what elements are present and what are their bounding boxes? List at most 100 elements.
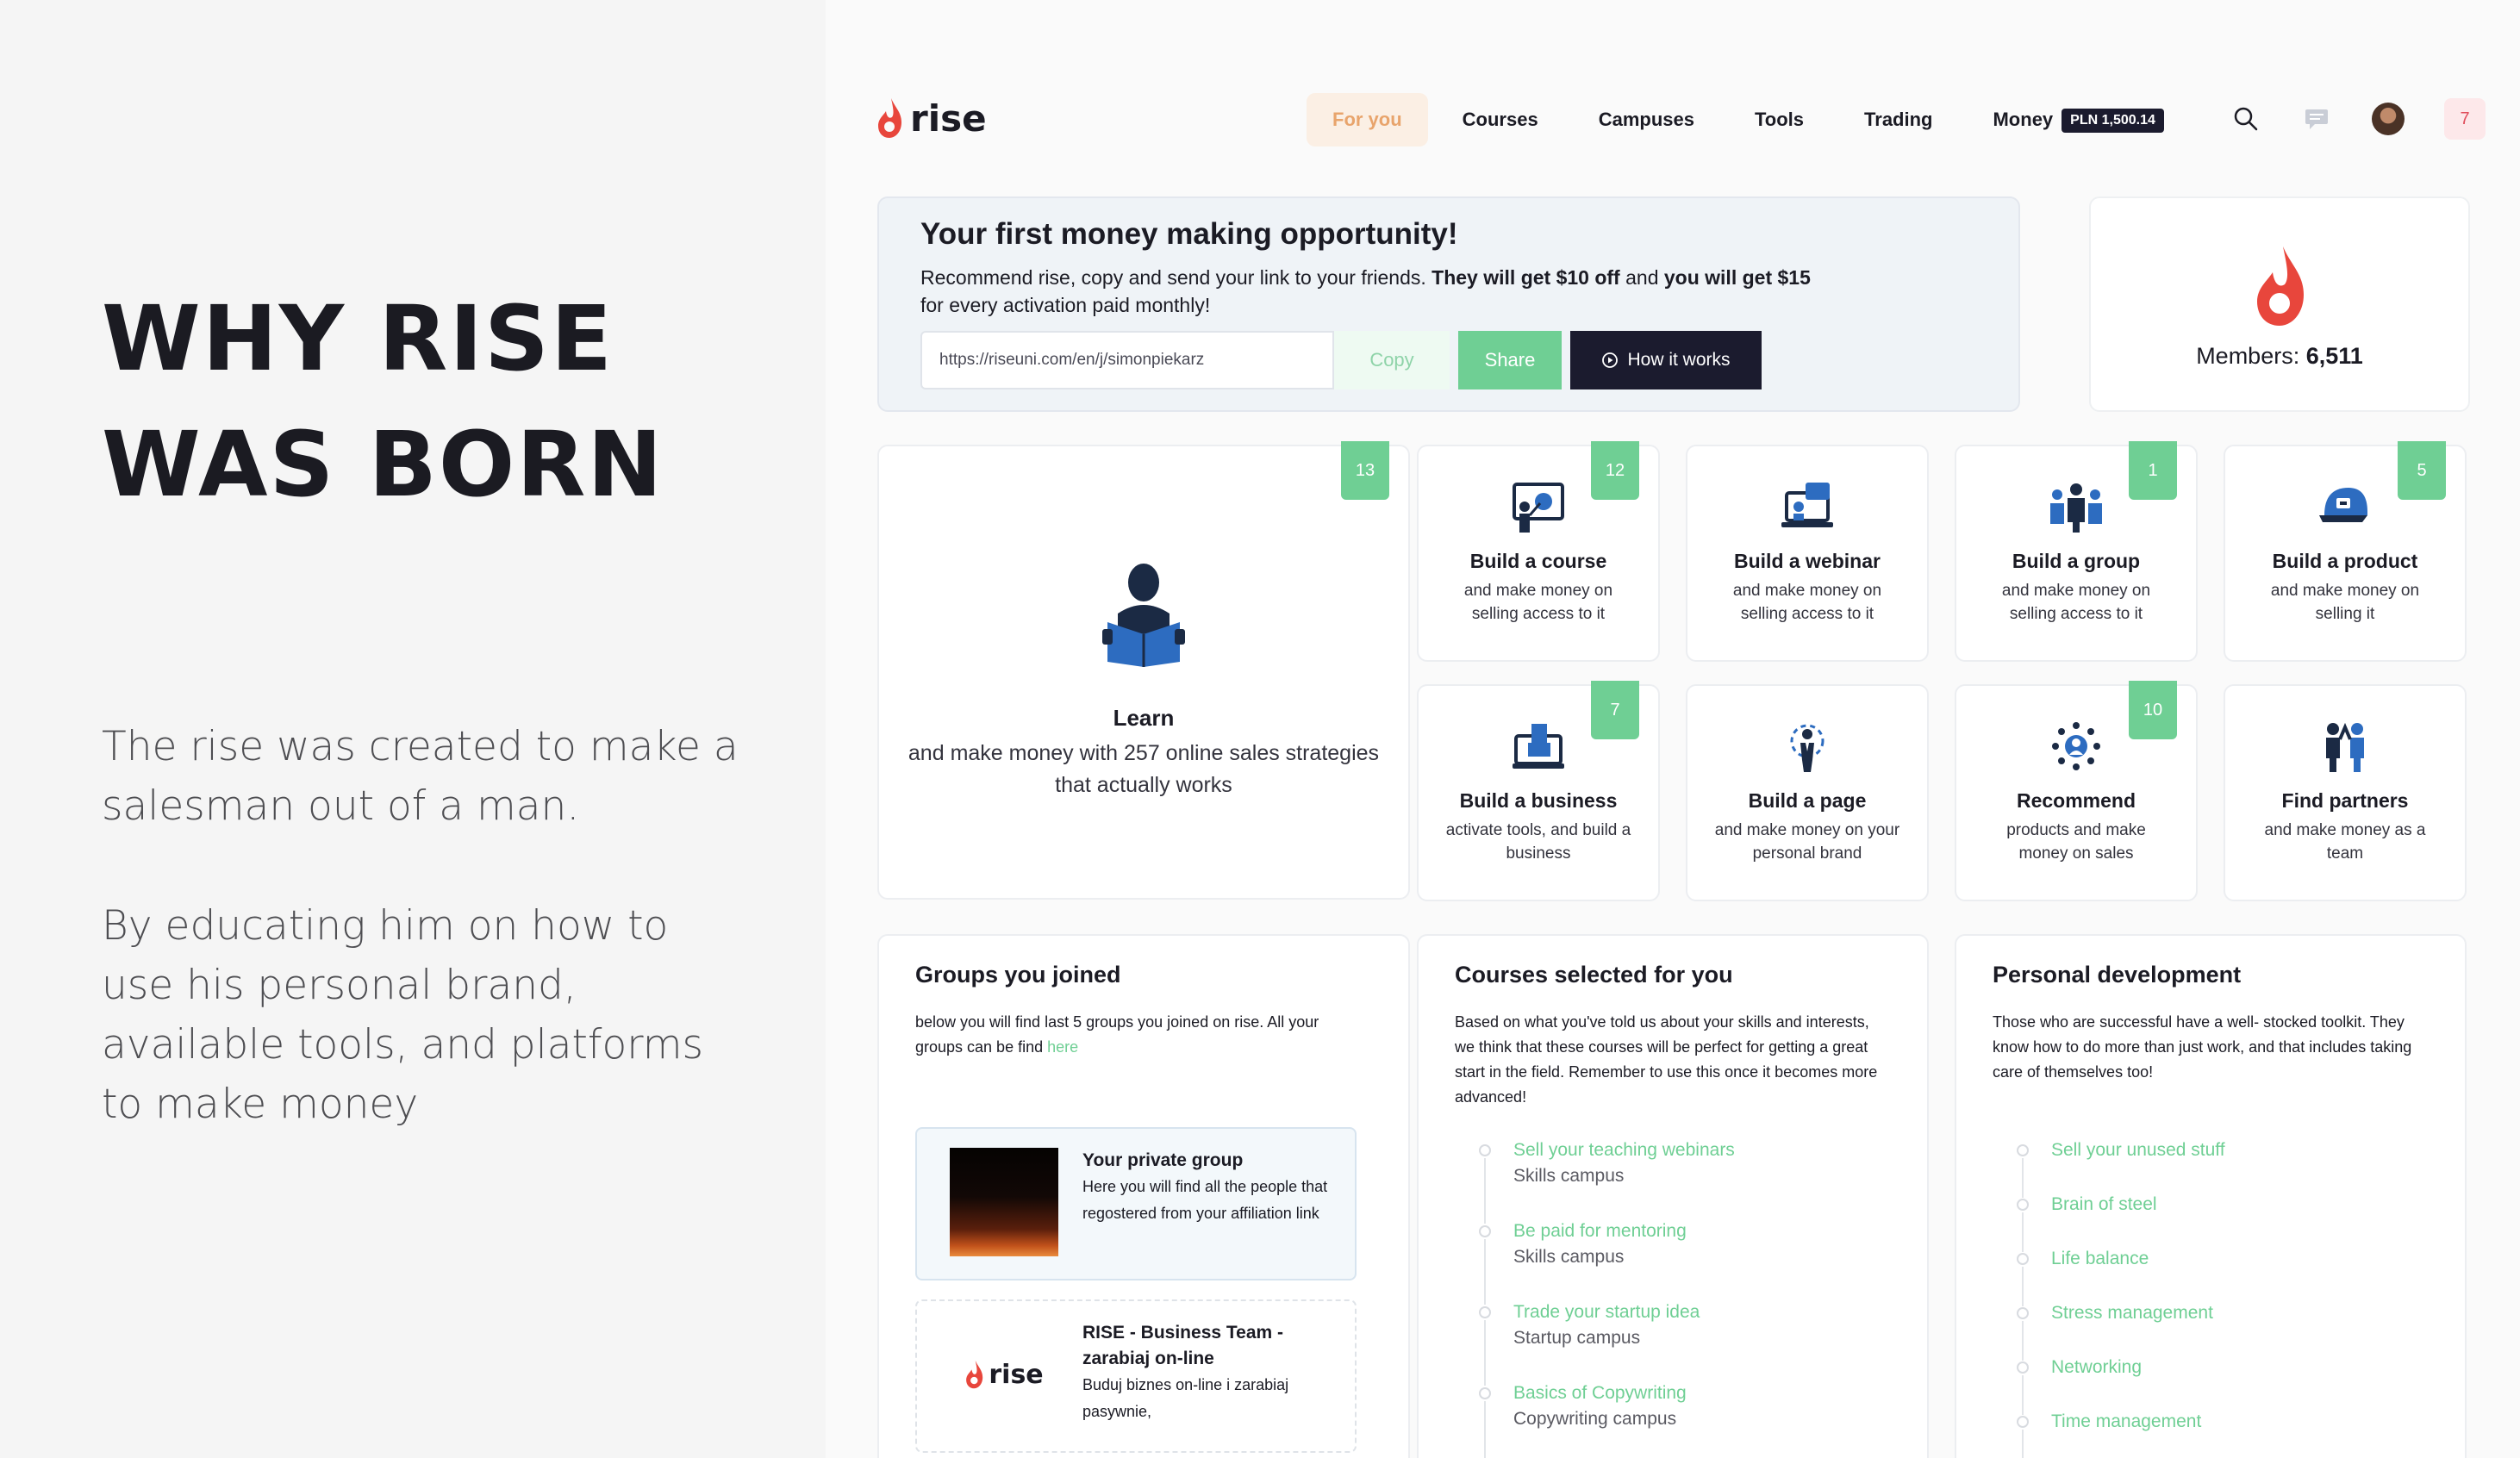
tile-description: and make money on selling access to it (1463, 582, 1613, 623)
tile-find-partners[interactable]: Find partners and make money as a team (2224, 684, 2467, 901)
tile-title: Learn (1113, 705, 1175, 731)
tile-description: activate tools, and build a business (1445, 821, 1631, 863)
personal-title: Personal development (1993, 962, 2242, 988)
group-logo-wordmark: rise (989, 1359, 1044, 1390)
course-item-title[interactable]: Be paid for mentoring (1513, 1218, 1735, 1244)
flame-logo-icon (878, 98, 901, 138)
timeline-dot (2017, 1361, 2029, 1374)
nav-menu: For you Courses Campuses Tools Trading M… (1307, 93, 2199, 146)
nav-tools[interactable]: Tools (1729, 93, 1830, 146)
copy-button[interactable]: Copy (1334, 331, 1450, 389)
how-it-works-label: How it works (1627, 350, 1731, 370)
play-circle-icon (1602, 352, 1619, 368)
nav-for-you[interactable]: For you (1307, 93, 1428, 146)
chat-icon[interactable] (2301, 103, 2332, 134)
flame-icon (2257, 246, 2304, 326)
course-item[interactable]: Sell your teaching webinars Skills campu… (1479, 1137, 1735, 1224)
tile-build-business[interactable]: 7 Build a business activate tools, and b… (1417, 681, 1660, 901)
personal-item[interactable]: Life balance (2017, 1246, 2225, 1306)
timeline-dot (1479, 1144, 1491, 1156)
tile-build-webinar[interactable]: Build a webinar and make money on sellin… (1686, 445, 1929, 662)
personal-item[interactable]: Networking (2017, 1355, 2225, 1415)
course-item[interactable]: Be paid for mentoring Skills campus (1479, 1218, 1735, 1305)
how-it-works-button[interactable]: How it works (1570, 331, 1762, 389)
tile-description: and make money with 257 online sales str… (908, 741, 1380, 797)
nav-courses[interactable]: Courses (1437, 93, 1564, 146)
user-avatar[interactable] (2372, 103, 2405, 135)
tile-description: and make money as a team (2264, 821, 2426, 863)
groups-title: Groups you joined (915, 962, 1121, 988)
groups-here-link[interactable]: here (1047, 1038, 1078, 1056)
personal-brand-icon (1790, 724, 1825, 772)
timeline-dot (2017, 1199, 2029, 1211)
group-description: Here you will find all the people that r… (1082, 1178, 1328, 1222)
members-number: 6,511 (2305, 343, 2363, 369)
group-card-text: RISE - Business Team - zarabiaj on-line … (1082, 1320, 1341, 1425)
nav-money-label: Money (1993, 109, 2054, 130)
timeline-dot (1479, 1225, 1491, 1237)
course-item-title[interactable]: Trade your startup idea (1513, 1299, 1735, 1325)
top-nav: rise For you Courses Campuses Tools Trad… (826, 86, 2520, 155)
tile-title: Build a course (1469, 550, 1607, 572)
tile-title: Find partners (2281, 789, 2409, 812)
personal-item-title[interactable]: Brain of steel (2051, 1192, 2225, 1218)
group-card-business-team[interactable]: rise RISE - Business Team - zarabiaj on-… (915, 1299, 1357, 1453)
personal-timeline: Sell your unused stuff Brain of steel Li… (2017, 1137, 2225, 1458)
groups-description: below you will find last 5 groups you jo… (915, 1010, 1346, 1060)
reader-icon (1102, 564, 1185, 667)
opp-desc-1: Recommend rise, copy and send your link … (920, 266, 1432, 289)
personal-item[interactable]: Time management (2017, 1409, 2225, 1458)
personal-item-title[interactable]: Life balance (2051, 1246, 2225, 1272)
referral-link-input[interactable] (920, 331, 1334, 389)
personal-item[interactable]: Sell your unused stuff (2017, 1137, 2225, 1198)
nav-money[interactable]: Money PLN 1,500.14 (1967, 93, 2189, 146)
tile-description: and make money on your personal brand (1714, 821, 1900, 863)
personal-item-title[interactable]: Networking (2051, 1355, 2225, 1380)
money-balance-badge: PLN 1,500.14 (2062, 109, 2164, 134)
personal-item-title[interactable]: Sell your unused stuff (2051, 1137, 2225, 1163)
tile-build-page[interactable]: Build a page and make money on your pers… (1686, 684, 1929, 901)
tile-title: Build a page (1748, 789, 1867, 812)
tile-recommend[interactable]: 10 Recommend products and make money on … (1955, 681, 2198, 901)
app-window: rise For you Courses Campuses Tools Trad… (826, 0, 2520, 1458)
nav-trading[interactable]: Trading (1838, 93, 1958, 146)
course-item[interactable]: Trade your startup idea Startup campus (1479, 1299, 1735, 1386)
hero-paragraph-1: The rise was created to make a salesman … (102, 723, 739, 830)
search-icon[interactable] (2230, 103, 2261, 134)
personal-item-title[interactable]: Stress management (2051, 1300, 2225, 1326)
group-description: Buduj biznes on-line i zarabiaj pasywnie… (1082, 1376, 1289, 1420)
timeline-dot (2017, 1307, 2029, 1319)
hero-panel: WHY RISE WAS BORN The rise was created t… (0, 0, 826, 1458)
hero-title-line1: WHY RISE (102, 286, 614, 391)
tile-title: Recommend (2016, 789, 2136, 812)
course-item-title[interactable]: Basics of Copywriting (1513, 1380, 1735, 1406)
tile-build-group[interactable]: 1 Build a group and make money on sellin… (1955, 441, 2198, 662)
tile-count-badge: 5 (2398, 441, 2446, 500)
notifications-badge[interactable]: 7 (2444, 98, 2486, 140)
course-item-campus: Copywriting campus (1513, 1409, 1677, 1429)
tile-learn[interactable]: 13 Learn and make money with 257 online … (877, 441, 1410, 900)
tile-count-badge: 12 (1591, 441, 1639, 500)
tile-count-badge: 1 (2129, 441, 2177, 500)
opportunity-title: Your first money making opportunity! (920, 217, 1458, 251)
personal-item[interactable]: Stress management (2017, 1300, 2225, 1361)
tile-build-product[interactable]: 5 Build a product and make money on sell… (2224, 441, 2467, 662)
course-item-title[interactable]: Sell your teaching webinars (1513, 1137, 1735, 1163)
nav-campuses[interactable]: Campuses (1573, 93, 1720, 146)
group-card-private[interactable]: Your private group Here you will find al… (915, 1127, 1357, 1280)
flame-logo-icon (966, 1360, 983, 1389)
hero-title-line2: WAS BORN (102, 412, 664, 517)
courses-section: Courses selected for you Based on what y… (1417, 934, 1929, 1458)
tile-build-course[interactable]: 12 Build a course and make money on sell… (1417, 441, 1660, 662)
share-button[interactable]: Share (1458, 331, 1562, 389)
course-item[interactable]: Basics of Copywriting Copywriting campus (1479, 1380, 1735, 1458)
rise-logo[interactable]: rise (876, 97, 987, 140)
tile-title: Build a product (2272, 550, 2418, 572)
opp-desc-2: and (1619, 266, 1664, 289)
personal-item-title[interactable]: Time management (2051, 1409, 2225, 1435)
logo-wordmark: rise (910, 97, 987, 140)
opp-desc-3: for every activation paid monthly! (920, 294, 1211, 316)
personal-item[interactable]: Brain of steel (2017, 1192, 2225, 1252)
timeline-line (1484, 1158, 1486, 1224)
opportunity-card: Your first money making opportunity! Rec… (877, 196, 2020, 412)
